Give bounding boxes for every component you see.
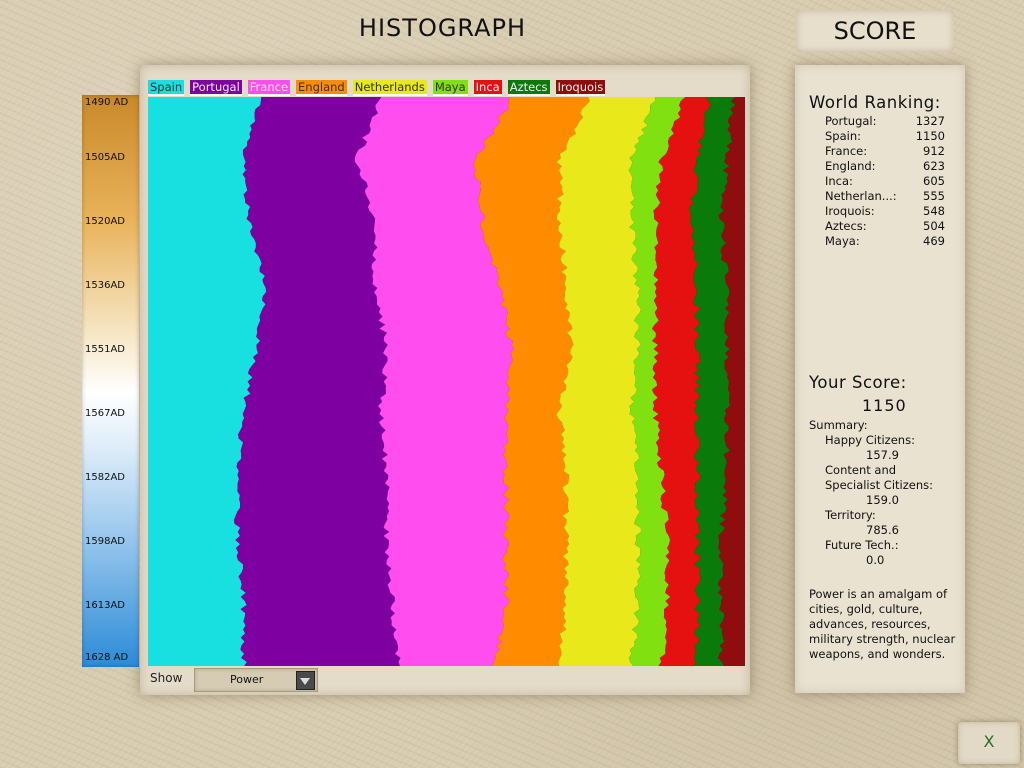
chevron-down-icon[interactable] — [296, 671, 315, 690]
score-panel: World Ranking: Portugal: 1327 Spain: 1150 … — [795, 65, 965, 693]
show-dropdown[interactable]: Power — [194, 668, 318, 692]
timeline-label: 1628 AD — [85, 652, 129, 663]
ranking-value: 555 — [923, 189, 945, 203]
your-score-title: Your Score: — [809, 373, 907, 392]
territory-value: 785.6 — [866, 523, 899, 537]
legend-item-inca[interactable]: Inca — [473, 80, 502, 96]
ranking-row: Inca: 605 — [825, 174, 945, 189]
ranking-row: Spain: 1150 — [825, 129, 945, 144]
ranking-value: 504 — [923, 219, 945, 233]
ranking-list: Portugal: 1327 Spain: 1150 France: 912 Engl… — [825, 114, 945, 249]
future-tech-value: 0.0 — [866, 553, 885, 567]
power-description: Power is an amalgam of cities, gold, cul… — [809, 587, 956, 661]
territory-label: Territory: — [825, 508, 876, 522]
timeline-label: 1490 AD — [85, 97, 129, 108]
world-ranking-title: World Ranking: — [809, 93, 941, 112]
close-icon[interactable]: X — [976, 730, 1002, 754]
ranking-row: Portugal: 1327 — [825, 114, 945, 129]
ranking-row: Aztecs: 504 — [825, 219, 945, 234]
timeline-label: 1505AD — [85, 152, 125, 163]
timeline-label: 1536AD — [85, 280, 125, 291]
close-button[interactable]: X — [958, 722, 1020, 764]
legend-item-netherlands[interactable]: Netherlands — [352, 80, 427, 96]
ranking-row: Maya: 469 — [825, 234, 945, 249]
ranking-row: France: 912 — [825, 144, 945, 159]
legend-item-france[interactable]: France — [247, 80, 291, 96]
ranking-name: Maya: — [825, 234, 860, 248]
ranking-value: 548 — [923, 204, 945, 218]
ranking-name: Iroquois: — [825, 204, 875, 218]
specialist-citizens-label: Specialist Citizens: — [825, 478, 933, 492]
ranking-value: 469 — [923, 234, 945, 248]
legend-item-maya[interactable]: Maya — [432, 80, 468, 96]
ranking-row: Iroquois: 548 — [825, 204, 945, 219]
histograph-svg — [148, 97, 745, 666]
legend-item-aztecs[interactable]: Aztecs — [507, 80, 550, 96]
timeline-label: 1551AD — [85, 344, 125, 355]
summary-title: Summary: — [809, 418, 868, 432]
content-citizens-label: Content and — [825, 463, 897, 477]
ranking-name: France: — [825, 144, 868, 158]
timeline-label: 1520AD — [85, 216, 125, 227]
timeline-label: 1567AD — [85, 408, 125, 419]
score-summary: Summary: Happy Citizens: 157.9 Content a… — [809, 418, 933, 568]
ranking-name: Aztecs: — [825, 219, 867, 233]
ranking-name: Spain: — [825, 129, 862, 143]
ranking-name: Netherlan...: — [825, 189, 897, 203]
legend-item-portugal[interactable]: Portugal — [190, 80, 242, 96]
show-dropdown-value: Power — [230, 673, 264, 686]
histograph-title: HISTOGRAPH — [358, 14, 527, 42]
ranking-row: Netherlan...: 555 — [825, 189, 945, 204]
content-citizens-value: 159.0 — [866, 493, 899, 507]
show-label: Show — [150, 671, 183, 685]
ranking-value: 1150 — [915, 129, 945, 143]
ranking-value: 912 — [923, 144, 945, 158]
your-score-value: 1150 — [862, 396, 907, 415]
future-tech-label: Future Tech.: — [825, 538, 899, 552]
ranking-row: England: 623 — [825, 159, 945, 174]
ranking-name: Portugal: — [825, 114, 877, 128]
legend-item-iroquois[interactable]: Iroquois — [555, 80, 606, 96]
legend-item-spain[interactable]: Spain — [148, 80, 185, 96]
chart-legend: Spain Portugal France England Netherland… — [148, 80, 606, 96]
legend-item-england[interactable]: England — [296, 80, 347, 96]
ranking-value: 605 — [923, 174, 945, 188]
score-title: SCORE — [796, 10, 954, 52]
ranking-name: England: — [825, 159, 876, 173]
power-histograph — [148, 97, 745, 666]
happy-citizens-label: Happy Citizens: — [825, 433, 915, 447]
ranking-name: Inca: — [825, 174, 853, 188]
timeline-bar: 1490 AD 1505AD 1520AD 1536AD 1551AD 1567… — [82, 95, 139, 667]
ranking-value: 1327 — [915, 114, 945, 128]
happy-citizens-value: 157.9 — [866, 448, 899, 462]
ranking-value: 623 — [923, 159, 945, 173]
timeline-label: 1598AD — [85, 536, 125, 547]
timeline-label: 1613AD — [85, 600, 125, 611]
timeline-label: 1582AD — [85, 472, 125, 483]
